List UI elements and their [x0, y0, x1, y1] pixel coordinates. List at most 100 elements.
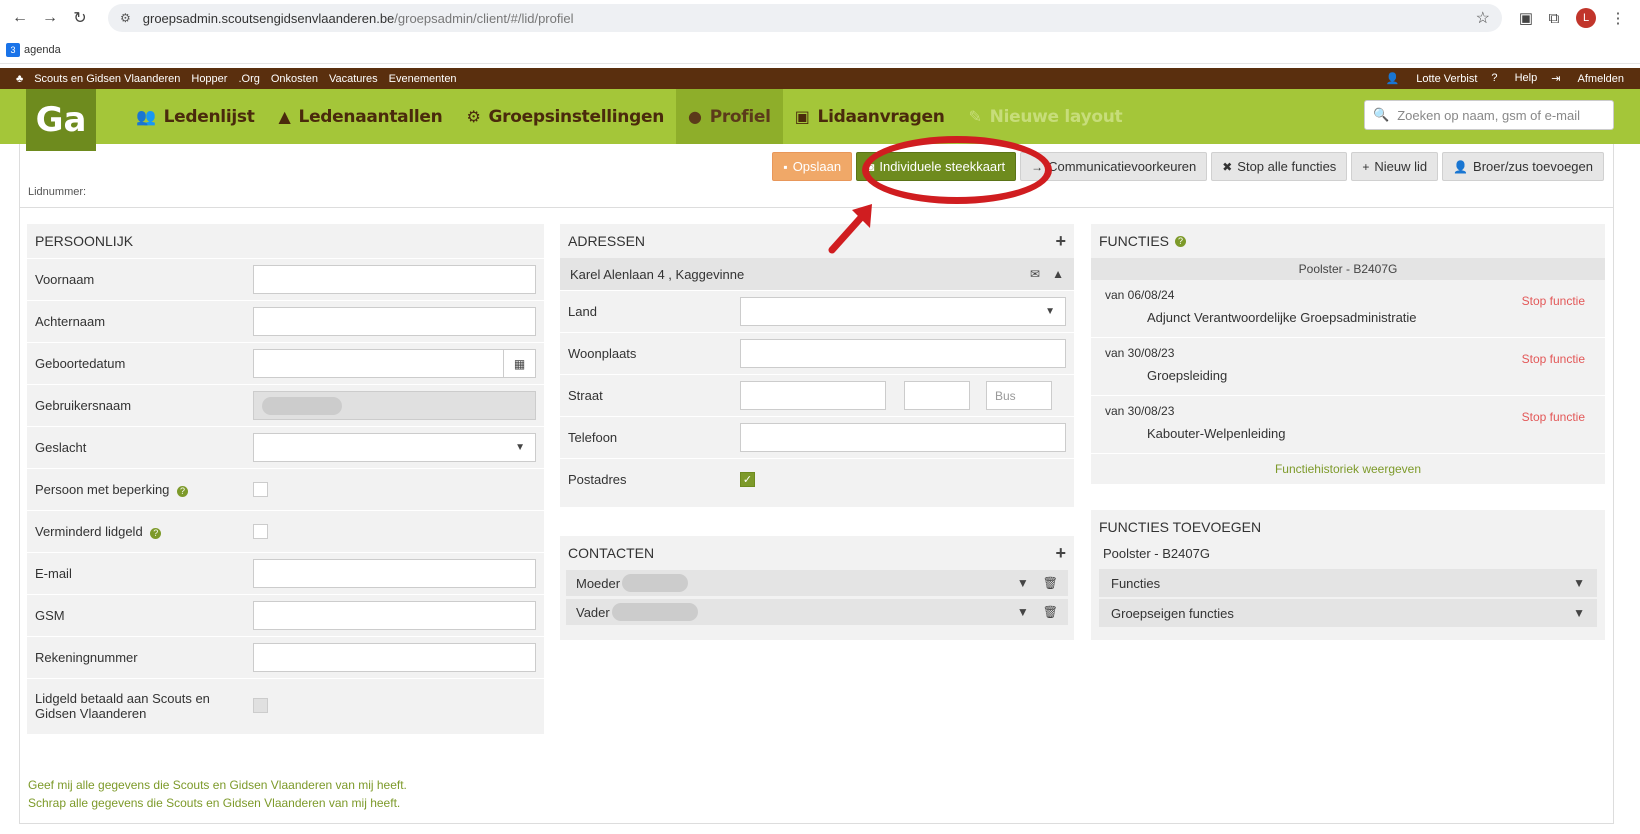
help-link[interactable]: ? Help	[1491, 72, 1537, 85]
topbar-link-sgv[interactable]: Scouts en Gidsen Vlaanderen	[34, 73, 180, 85]
nav-label: Lidaanvragen	[817, 106, 945, 127]
label-straat: Straat	[568, 388, 603, 403]
function-item: van 30/08/23 Kabouter-Welpenleiding Stop f…	[1091, 396, 1605, 454]
postadres-checkbox[interactable]: ✓	[740, 472, 755, 487]
chevron-down-icon[interactable]: ▼	[1017, 605, 1029, 619]
stop-function-button[interactable]: Stop functie	[1522, 410, 1585, 424]
help-icon[interactable]: ?	[150, 527, 162, 539]
address-header[interactable]: Karel Alenlaan 4 , Kaggevinne ✉ ▲	[560, 258, 1074, 290]
label-achternaam: Achternaam	[35, 314, 106, 329]
beperking-text: Persoon met beperking	[35, 482, 170, 497]
add-user-icon: 👤	[1453, 159, 1469, 174]
delete-data-link[interactable]: Schrap alle gegevens die Scouts en Gidse…	[28, 794, 407, 812]
geslacht-select[interactable]: ▼	[253, 433, 536, 462]
label-postadres: Postadres	[568, 472, 627, 487]
function-group: Poolster - B2407G	[1091, 258, 1605, 280]
gsm-field[interactable]	[253, 601, 536, 630]
calendar-icon: 3	[6, 42, 20, 57]
function-name: Kabouter-Welpenleiding	[1147, 426, 1286, 441]
calendar-icon[interactable]: ▦	[503, 350, 535, 377]
bookmark-agenda[interactable]: agenda	[24, 44, 61, 56]
row-telefoon: Telefoon	[560, 416, 1074, 458]
new-member-button[interactable]: + Nieuw lid	[1351, 152, 1439, 181]
app-logo[interactable]: Ga	[26, 89, 96, 151]
row-verminderd: Verminderd lidgeld ?	[27, 510, 544, 552]
help-icon[interactable]: ?	[177, 485, 189, 497]
close-icon: ✖	[1222, 159, 1233, 174]
land-select[interactable]: ▼	[740, 297, 1066, 326]
save-button[interactable]: ▪ Opslaan	[772, 152, 853, 181]
straat-input[interactable]	[740, 381, 886, 410]
highlight-arrow-icon	[828, 204, 872, 254]
nav-lidaanvragen[interactable]: ▣ Lidaanvragen	[783, 89, 957, 144]
nav-ledenlijst[interactable]: 👥 Ledenlijst	[124, 89, 267, 144]
topbar-link-onkosten[interactable]: Onkosten	[271, 73, 318, 85]
nav-profiel[interactable]: ● Profiel	[676, 89, 783, 144]
groepseigen-expander[interactable]: Groepseigen functies ▼	[1099, 599, 1597, 627]
huisnummer-input[interactable]	[904, 381, 970, 410]
addresses-panel: ADRESSEN + Karel Alenlaan 4 , Kaggevinne ✉…	[560, 224, 1074, 507]
gears-icon: ⚙	[466, 107, 481, 126]
reload-icon[interactable]: ↻	[68, 8, 92, 28]
topbar-link-hopper[interactable]: Hopper	[191, 73, 227, 85]
address-bar[interactable]: ⚙ groepsadmin.scoutsengidsenvlaanderen.b…	[108, 4, 1502, 32]
woonplaats-input[interactable]	[740, 339, 1066, 368]
search-input[interactable]: 🔍 Zoeken op naam, gsm of e-mail	[1364, 100, 1614, 130]
voornaam-input[interactable]	[253, 265, 536, 294]
trash-icon[interactable]: 🗑	[1043, 576, 1058, 590]
topbar-link-org[interactable]: .Org	[238, 73, 259, 85]
stop-function-button[interactable]: Stop functie	[1522, 294, 1585, 308]
functions-title-text: FUNCTIES	[1099, 233, 1169, 249]
redacted-value	[611, 603, 698, 621]
chevron-up-icon[interactable]: ▲	[1052, 267, 1064, 281]
site-info-icon[interactable]: ⚙	[120, 11, 131, 25]
topbar-link-evenementen[interactable]: Evenementen	[389, 73, 457, 85]
addresses-title-text: ADRESSEN	[568, 233, 646, 249]
stop-all-button[interactable]: ✖ Stop alle functies	[1211, 152, 1348, 181]
functies-expander[interactable]: Functies ▼	[1099, 569, 1597, 597]
email-field[interactable]	[253, 559, 536, 588]
profile-avatar[interactable]: L	[1576, 8, 1596, 28]
nav-nieuwe-layout[interactable]: ✎ Nieuwe layout	[957, 89, 1135, 144]
chevron-down-icon[interactable]: ▼	[1017, 576, 1029, 590]
label-geboortedatum: Geboortedatum	[35, 356, 126, 371]
logout-link[interactable]: ⇥ Afmelden	[1551, 72, 1624, 85]
help-icon[interactable]: ?	[1175, 235, 1186, 247]
contacts-title-text: CONTACTEN	[568, 545, 655, 561]
row-postadres: Postadres ✓	[560, 458, 1074, 500]
export-data-link[interactable]: Geef mij alle gegevens die Scouts en Gid…	[28, 776, 407, 794]
menu-icon[interactable]: ⋮	[1604, 9, 1632, 27]
redacted-value	[622, 574, 689, 592]
contact-moeder[interactable]: Moeder ▼ 🗑	[566, 570, 1068, 596]
beperking-checkbox[interactable]	[253, 482, 268, 497]
extension-icon[interactable]: ▣	[1512, 9, 1540, 27]
verminderd-checkbox[interactable]	[253, 524, 268, 539]
bookmark-star-icon[interactable]: ☆	[1476, 8, 1490, 28]
add-sibling-button[interactable]: 👤 Broer/zus toevoegen	[1442, 152, 1604, 181]
stop-function-button[interactable]: Stop functie	[1522, 352, 1585, 366]
trash-icon[interactable]: 🗑	[1043, 605, 1058, 619]
back-icon[interactable]: ←	[8, 9, 32, 27]
add-contact-icon[interactable]: +	[1055, 543, 1066, 564]
nav-ledenaantallen[interactable]: ▲ Ledenaantallen	[267, 89, 455, 144]
bus-input[interactable]: Bus	[986, 381, 1052, 410]
mail-icon[interactable]: ✉	[1030, 267, 1040, 281]
telefoon-input[interactable]	[740, 423, 1066, 452]
add-address-icon[interactable]: +	[1055, 231, 1066, 252]
nav-groepsinstellingen[interactable]: ⚙ Groepsinstellingen	[454, 89, 676, 144]
puzzle-icon[interactable]: ⧉	[1540, 10, 1568, 27]
contact-vader[interactable]: Vader ▼ 🗑	[566, 599, 1068, 625]
function-date: van 06/08/24	[1105, 288, 1175, 302]
geboortedatum-input[interactable]: ▦	[253, 349, 536, 378]
function-history-link[interactable]: Functiehistoriek weergeven	[1091, 454, 1605, 484]
function-item: van 06/08/24 Adjunct Verantwoordelijke Gr…	[1091, 280, 1605, 338]
forward-icon[interactable]: →	[38, 9, 62, 27]
rekening-field[interactable]	[253, 643, 536, 672]
label-verminderd: Verminderd lidgeld ?	[35, 524, 253, 539]
contact-label: Vader	[576, 604, 610, 620]
topbar-link-vacatures[interactable]: Vacatures	[329, 73, 378, 85]
function-date: van 30/08/23	[1105, 346, 1175, 360]
achternaam-input[interactable]	[253, 307, 536, 336]
label-gebruikersnaam: Gebruikersnaam	[35, 398, 132, 413]
user-link[interactable]: 👤 Lotte Verbist	[1386, 72, 1478, 85]
